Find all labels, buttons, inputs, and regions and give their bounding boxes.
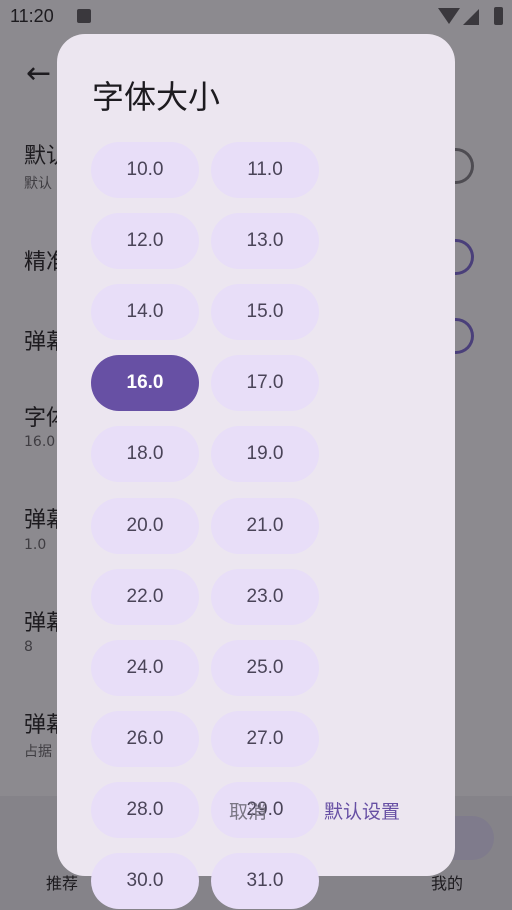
font-size-chip[interactable]: 25.0 bbox=[211, 639, 319, 696]
cancel-button[interactable]: 取消 bbox=[229, 797, 267, 824]
setting-subtitle: 占据 bbox=[24, 744, 52, 760]
signal-icon bbox=[463, 9, 479, 25]
font-size-chip[interactable]: 12.0 bbox=[91, 213, 199, 270]
arrow-left-icon[interactable]: ← bbox=[26, 56, 51, 91]
font-size-chip[interactable]: 14.0 bbox=[91, 284, 199, 341]
font-size-chip[interactable]: 31.0 bbox=[211, 853, 319, 909]
font-size-chip[interactable]: 18.0 bbox=[91, 426, 199, 483]
font-size-chip[interactable]: 21.0 bbox=[211, 497, 319, 554]
setting-subtitle: 默认 bbox=[24, 176, 52, 192]
font-size-chip[interactable]: 15.0 bbox=[211, 284, 319, 341]
font-size-chip[interactable]: 11.0 bbox=[211, 142, 319, 198]
font-size-chip[interactable]: 20.0 bbox=[91, 497, 199, 554]
font-size-chip[interactable]: 19.0 bbox=[211, 426, 319, 483]
font-size-chip[interactable]: 17.0 bbox=[211, 355, 319, 412]
font-size-chip[interactable]: 16.0 bbox=[91, 355, 199, 412]
font-size-chip[interactable]: 27.0 bbox=[211, 710, 319, 767]
font-size-chip[interactable]: 23.0 bbox=[211, 568, 319, 625]
font-size-chip[interactable]: 28.0 bbox=[91, 781, 199, 838]
font-size-chip[interactable]: 26.0 bbox=[91, 710, 199, 767]
default-settings-button[interactable]: 默认设置 bbox=[324, 797, 400, 824]
dialog-title: 字体大小 bbox=[92, 78, 221, 116]
font-size-chip[interactable]: 24.0 bbox=[91, 639, 199, 696]
font-size-chip[interactable]: 30.0 bbox=[91, 853, 199, 909]
setting-subtitle: 8 bbox=[24, 639, 33, 655]
font-size-chip[interactable]: 10.0 bbox=[91, 142, 199, 198]
wifi-icon bbox=[438, 8, 460, 24]
battery-icon bbox=[494, 7, 503, 25]
setting-subtitle: 16.0 bbox=[24, 434, 56, 450]
status-bar: 11:20 bbox=[0, 0, 512, 36]
font-size-chip[interactable]: 13.0 bbox=[211, 213, 319, 270]
status-time: 11:20 bbox=[10, 6, 54, 26]
setting-subtitle: 1.0 bbox=[24, 537, 47, 553]
font-size-chip[interactable]: 22.0 bbox=[91, 568, 199, 625]
app-notification-icon bbox=[77, 9, 91, 23]
